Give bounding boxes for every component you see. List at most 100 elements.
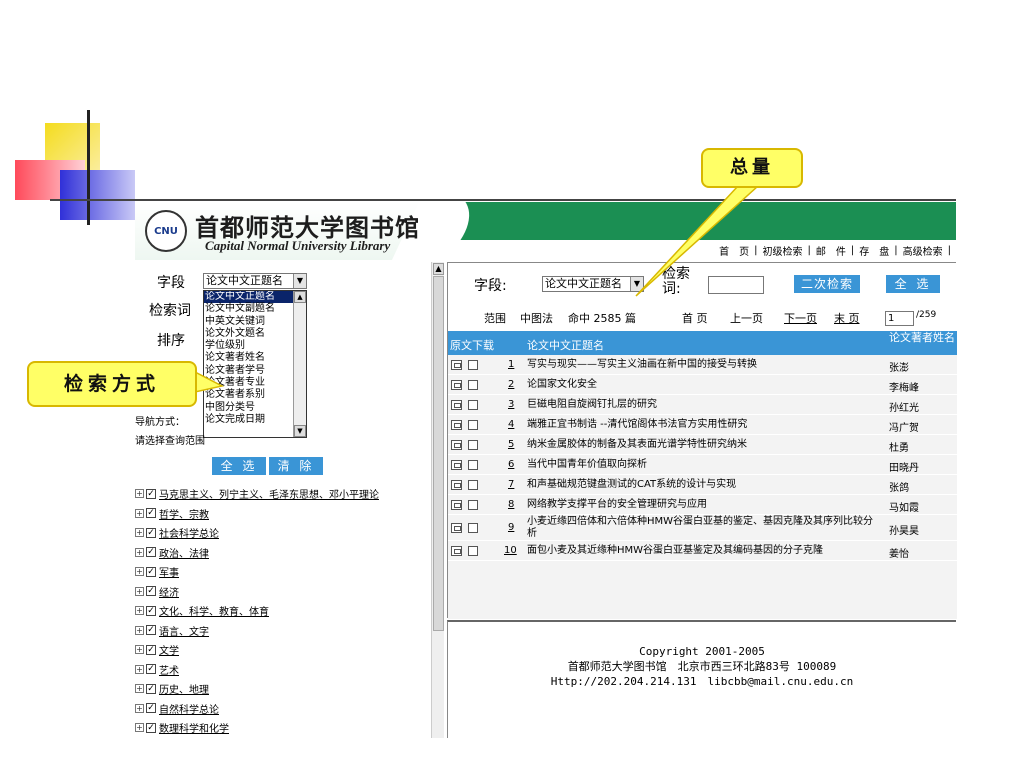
table-row[interactable]: 3 巨磁电阻自旋阀钉扎层的研究 孙红光 bbox=[448, 395, 957, 415]
row-checkbox[interactable] bbox=[468, 420, 478, 430]
field-option[interactable]: 中图分类号 bbox=[204, 402, 306, 414]
row-title[interactable]: 面包小麦及其近缘种HMW谷蛋白亚基鉴定及其编码基因的分子克隆 bbox=[527, 545, 882, 557]
save-disk-icon[interactable] bbox=[451, 460, 462, 470]
tree-item[interactable]: + ✓ 马克思主义、列宁主义、毛泽东思想、邓小平理论 bbox=[135, 484, 431, 504]
tree-item-label[interactable]: 军事 bbox=[159, 564, 179, 579]
scroll-up-icon[interactable]: ▲ bbox=[294, 291, 306, 303]
table-row[interactable]: 2 论国家文化安全 李梅峰 bbox=[448, 375, 957, 395]
row-number[interactable]: 6 bbox=[508, 459, 514, 470]
row-title[interactable]: 网络教学支撑平台的安全管理研究与应用 bbox=[527, 499, 882, 511]
row-number[interactable]: 8 bbox=[508, 499, 514, 510]
save-disk-icon[interactable] bbox=[451, 546, 462, 556]
checkbox-checked-icon[interactable]: ✓ bbox=[146, 722, 156, 733]
checkbox-checked-icon[interactable]: ✓ bbox=[146, 547, 156, 558]
tree-item-label[interactable]: 数理科学和化学 bbox=[159, 720, 229, 735]
field-option[interactable]: 中英文关键词 bbox=[204, 316, 306, 328]
table-row[interactable]: 4 端雅正宜书制诰 --清代馆阁体书法官方实用性研究 冯广贺 bbox=[448, 415, 957, 435]
tree-item[interactable]: + ✓ 哲学、宗教 bbox=[135, 504, 431, 524]
tree-item-label[interactable]: 自然科学总论 bbox=[159, 701, 219, 716]
nav-basic-search[interactable]: 初级检索 bbox=[763, 243, 803, 258]
checkbox-checked-icon[interactable]: ✓ bbox=[146, 644, 156, 655]
tree-item[interactable]: + ✓ 政治、法律 bbox=[135, 543, 431, 563]
checkbox-checked-icon[interactable]: ✓ bbox=[146, 625, 156, 636]
checkbox-checked-icon[interactable]: ✓ bbox=[146, 703, 156, 714]
nav-home[interactable]: 首 页 bbox=[719, 243, 749, 258]
last-page-link[interactable]: 末 页 bbox=[834, 310, 860, 326]
tree-item-label[interactable]: 政治、法律 bbox=[159, 545, 209, 560]
scroll-thumb[interactable] bbox=[433, 276, 444, 631]
row-checkbox[interactable] bbox=[468, 380, 478, 390]
expand-icon[interactable]: + bbox=[135, 723, 144, 733]
row-number[interactable]: 1 bbox=[508, 359, 514, 370]
tree-item[interactable]: + ✓ 文学 bbox=[135, 640, 431, 660]
checkbox-checked-icon[interactable]: ✓ bbox=[146, 566, 156, 577]
save-disk-icon[interactable] bbox=[451, 360, 462, 370]
field-option[interactable]: 论文著者姓名 bbox=[204, 352, 306, 364]
chevron-down-icon[interactable]: ▼ bbox=[293, 274, 306, 288]
tree-item[interactable]: + ✓ 军事 bbox=[135, 562, 431, 582]
field-option[interactable]: 论文中文正题名 bbox=[204, 291, 306, 304]
field-option[interactable]: 学位级别 bbox=[204, 340, 306, 352]
save-disk-icon[interactable] bbox=[451, 380, 462, 390]
expand-icon[interactable]: + bbox=[135, 664, 144, 674]
row-number[interactable]: 9 bbox=[508, 522, 514, 533]
tree-item-label[interactable]: 社会科学总论 bbox=[159, 525, 219, 540]
row-number[interactable]: 5 bbox=[508, 439, 514, 450]
chevron-down-icon[interactable]: ▼ bbox=[630, 277, 643, 291]
table-row[interactable]: 1 写实与现实——写实主义油画在新中国的接受与转换 张澎 bbox=[448, 355, 957, 375]
field-option[interactable]: 论文中文副题名 bbox=[204, 303, 306, 315]
row-checkbox[interactable] bbox=[468, 400, 478, 410]
expand-icon[interactable]: + bbox=[135, 528, 144, 538]
table-row[interactable]: 5 纳米金属胶体的制备及其表面光谱学特性研究纳米 杜勇 bbox=[448, 435, 957, 455]
row-title[interactable]: 写实与现实——写实主义油画在新中国的接受与转换 bbox=[527, 359, 882, 371]
save-disk-icon[interactable] bbox=[451, 480, 462, 490]
tree-item[interactable]: + ✓ 自然科学总论 bbox=[135, 699, 431, 719]
row-title[interactable]: 小麦近缘四倍体和六倍体种HMW谷蛋白亚基的鉴定、基因克隆及其序列比较分析 bbox=[527, 516, 882, 540]
table-row[interactable]: 9 小麦近缘四倍体和六倍体种HMW谷蛋白亚基的鉴定、基因克隆及其序列比较分析 孙… bbox=[448, 515, 957, 541]
expand-icon[interactable]: + bbox=[135, 508, 144, 518]
scroll-down-icon[interactable]: ▼ bbox=[294, 425, 306, 437]
row-title[interactable]: 端雅正宜书制诰 --清代馆阁体书法官方实用性研究 bbox=[527, 419, 882, 431]
save-disk-icon[interactable] bbox=[451, 400, 462, 410]
tree-item[interactable]: + ✓ 数理科学和化学 bbox=[135, 718, 431, 738]
row-checkbox[interactable] bbox=[468, 546, 478, 556]
field-option[interactable]: 论文外文题名 bbox=[204, 328, 306, 340]
save-disk-icon[interactable] bbox=[451, 523, 462, 533]
nav-save[interactable]: 存 盘 bbox=[859, 243, 889, 258]
expand-icon[interactable]: + bbox=[135, 567, 144, 577]
table-row[interactable]: 10 面包小麦及其近缘种HMW谷蛋白亚基鉴定及其编码基因的分子克隆 姜怡 bbox=[448, 541, 957, 561]
nav-advanced-search[interactable]: 高级检索 bbox=[903, 243, 943, 258]
row-title[interactable]: 论国家文化安全 bbox=[527, 379, 882, 391]
field-option[interactable]: 论文著者专业 bbox=[204, 377, 306, 389]
checkbox-checked-icon[interactable]: ✓ bbox=[146, 586, 156, 597]
tree-item-label[interactable]: 经济 bbox=[159, 584, 179, 599]
tree-item-label[interactable]: 马克思主义、列宁主义、毛泽东思想、邓小平理论 bbox=[159, 486, 379, 501]
row-number[interactable]: 2 bbox=[508, 379, 514, 390]
field-option[interactable]: 论文完成日期 bbox=[204, 414, 306, 426]
checkbox-checked-icon[interactable]: ✓ bbox=[146, 605, 156, 616]
right-field-select[interactable]: 论文中文正题名 ▼ bbox=[542, 276, 644, 292]
table-row[interactable]: 8 网络教学支撑平台的安全管理研究与应用 马如霞 bbox=[448, 495, 957, 515]
tree-item[interactable]: + ✓ 经济 bbox=[135, 582, 431, 602]
expand-icon[interactable]: + bbox=[135, 489, 144, 499]
next-page-link[interactable]: 下一页 bbox=[784, 310, 817, 326]
row-title[interactable]: 巨磁电阻自旋阀钉扎层的研究 bbox=[527, 399, 882, 411]
save-disk-icon[interactable] bbox=[451, 500, 462, 510]
left-pane-scrollbar[interactable]: ▲ bbox=[431, 262, 444, 738]
tree-item[interactable]: + ✓ 社会科学总论 bbox=[135, 523, 431, 543]
nav-mail[interactable]: 邮 件 bbox=[816, 243, 846, 258]
row-checkbox[interactable] bbox=[468, 440, 478, 450]
table-row[interactable]: 7 和声基础规范键盘测试的CAT系统的设计与实现 张鸽 bbox=[448, 475, 957, 495]
checkbox-checked-icon[interactable]: ✓ bbox=[146, 508, 156, 519]
row-checkbox[interactable] bbox=[468, 480, 478, 490]
row-title[interactable]: 当代中国青年价值取向探析 bbox=[527, 459, 882, 471]
tree-item[interactable]: + ✓ 艺术 bbox=[135, 660, 431, 680]
save-disk-icon[interactable] bbox=[451, 440, 462, 450]
clear-button[interactable]: 清 除 bbox=[269, 457, 323, 475]
row-title[interactable]: 和声基础规范键盘测试的CAT系统的设计与实现 bbox=[527, 479, 882, 491]
row-number[interactable]: 7 bbox=[508, 479, 514, 490]
row-number[interactable]: 3 bbox=[508, 399, 514, 410]
options-scrollbar[interactable]: ▲ ▼ bbox=[293, 291, 306, 437]
keyword-input[interactable] bbox=[708, 276, 764, 294]
row-number[interactable]: 4 bbox=[508, 419, 514, 430]
